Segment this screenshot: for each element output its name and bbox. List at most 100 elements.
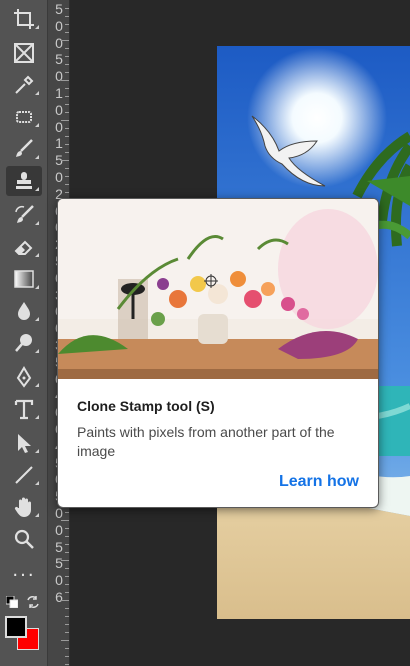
ruler-tick bbox=[61, 40, 69, 41]
spot-healing-tool[interactable] bbox=[6, 102, 42, 132]
crop-tool[interactable] bbox=[6, 4, 42, 34]
brush-tool[interactable] bbox=[6, 134, 42, 164]
brush-icon bbox=[16, 139, 33, 157]
ruler-tick bbox=[65, 544, 69, 545]
line-tool[interactable] bbox=[6, 460, 42, 490]
ruler-tick bbox=[65, 664, 69, 665]
ruler-tick bbox=[65, 144, 69, 145]
ruler-tick bbox=[65, 528, 69, 529]
flower-arrangement-image bbox=[58, 199, 378, 379]
ruler-tick bbox=[65, 16, 69, 17]
ruler-tick bbox=[65, 24, 69, 25]
clone-stamp-tool[interactable] bbox=[6, 166, 42, 196]
ruler-digit: 0 bbox=[55, 572, 63, 589]
ruler-digit: 5 bbox=[55, 1, 63, 17]
gradient-tool[interactable] bbox=[6, 264, 42, 294]
magnifier-icon bbox=[14, 529, 34, 549]
hand-icon bbox=[14, 497, 31, 517]
ruler-tick bbox=[65, 624, 69, 625]
ruler-tick bbox=[65, 152, 69, 153]
eyedropper-tool[interactable] bbox=[6, 70, 42, 100]
ruler-tick bbox=[61, 160, 69, 161]
ruler-tick bbox=[61, 520, 69, 521]
ruler-tick bbox=[65, 48, 69, 49]
line-icon bbox=[15, 466, 33, 484]
ruler-tick bbox=[65, 568, 69, 569]
swap-colors-icon[interactable] bbox=[26, 595, 40, 609]
ruler-tick bbox=[61, 600, 69, 601]
ruler-tick bbox=[65, 192, 69, 193]
tool-tooltip-card: Clone Stamp tool (S) Paints with pixels … bbox=[57, 198, 379, 508]
ruler-tick bbox=[65, 576, 69, 577]
ruler-digit: 0 bbox=[55, 118, 63, 135]
ruler-tick bbox=[65, 536, 69, 537]
ruler-tick bbox=[65, 136, 69, 137]
ruler-tick bbox=[65, 512, 69, 513]
ruler-digit: 5 bbox=[55, 51, 63, 68]
ruler-tick bbox=[65, 112, 69, 113]
ruler-tick bbox=[61, 560, 69, 561]
ruler-tick bbox=[65, 176, 69, 177]
ruler-tick bbox=[65, 96, 69, 97]
ruler-digit: 0 bbox=[55, 521, 63, 538]
ruler-tick bbox=[65, 648, 69, 649]
default-colors-icon[interactable] bbox=[6, 596, 18, 608]
ruler-digit: 0 bbox=[55, 101, 63, 118]
ruler-tick bbox=[65, 8, 69, 9]
ruler-digit: 0 bbox=[55, 17, 63, 34]
drop-icon bbox=[18, 302, 30, 320]
ruler-digit: 0 bbox=[55, 68, 63, 85]
ruler-tick bbox=[65, 128, 69, 129]
pen-icon bbox=[16, 366, 32, 388]
gradient-icon bbox=[14, 270, 34, 288]
tools-panel: ... bbox=[0, 0, 48, 666]
blur-tool[interactable] bbox=[6, 296, 42, 326]
eyedropper-icon bbox=[15, 75, 34, 94]
path-selection-tool[interactable] bbox=[6, 428, 42, 458]
type-tool[interactable] bbox=[6, 394, 42, 424]
ruler-tick bbox=[65, 184, 69, 185]
history-brush-icon bbox=[15, 205, 34, 223]
history-brush-tool[interactable] bbox=[6, 200, 42, 230]
foreground-color-swatch[interactable] bbox=[5, 616, 27, 638]
frame-icon bbox=[14, 43, 34, 63]
arrow-icon bbox=[18, 434, 31, 453]
ruler-tick bbox=[65, 56, 69, 57]
pen-tool[interactable] bbox=[6, 362, 42, 392]
ruler-tick bbox=[65, 64, 69, 65]
tooltip-description: Paints with pixels from another part of … bbox=[77, 424, 335, 459]
ruler-digit: 0 bbox=[55, 505, 63, 521]
ruler-tick bbox=[65, 552, 69, 553]
ruler-tick bbox=[65, 608, 69, 609]
crop-icon bbox=[14, 9, 34, 29]
ruler-tick bbox=[61, 640, 69, 641]
ruler-tick bbox=[65, 584, 69, 585]
learn-how-link[interactable]: Learn how bbox=[279, 473, 359, 491]
tooltip-title: Clone Stamp tool (S) bbox=[77, 398, 215, 414]
ruler-digit: 0 bbox=[55, 169, 63, 185]
ruler-digit: 1 bbox=[55, 85, 63, 101]
ruler-tick bbox=[65, 656, 69, 657]
eraser-icon bbox=[14, 240, 33, 255]
dodge-icon bbox=[15, 334, 32, 352]
dodge-tool[interactable] bbox=[6, 328, 42, 358]
ruler-tick bbox=[65, 72, 69, 73]
ruler-digit: 0 bbox=[55, 34, 63, 51]
zoom-tool[interactable] bbox=[6, 524, 42, 554]
ruler-digit: 5 bbox=[55, 555, 63, 572]
ruler-tick bbox=[65, 592, 69, 593]
ruler-tick bbox=[65, 168, 69, 169]
eraser-tool[interactable] bbox=[6, 232, 42, 262]
bandage-icon bbox=[16, 111, 32, 123]
frame-tool[interactable] bbox=[6, 38, 42, 68]
ruler-tick bbox=[65, 616, 69, 617]
ruler-tick bbox=[65, 104, 69, 105]
ruler-digit: 1 bbox=[55, 135, 63, 152]
ruler-tick bbox=[65, 632, 69, 633]
ruler-tick bbox=[65, 88, 69, 89]
ruler-tick bbox=[65, 32, 69, 33]
type-icon bbox=[14, 399, 34, 420]
stamp-icon bbox=[16, 172, 32, 189]
hand-tool[interactable] bbox=[6, 492, 42, 522]
more-tools-button[interactable]: ... bbox=[0, 560, 48, 581]
